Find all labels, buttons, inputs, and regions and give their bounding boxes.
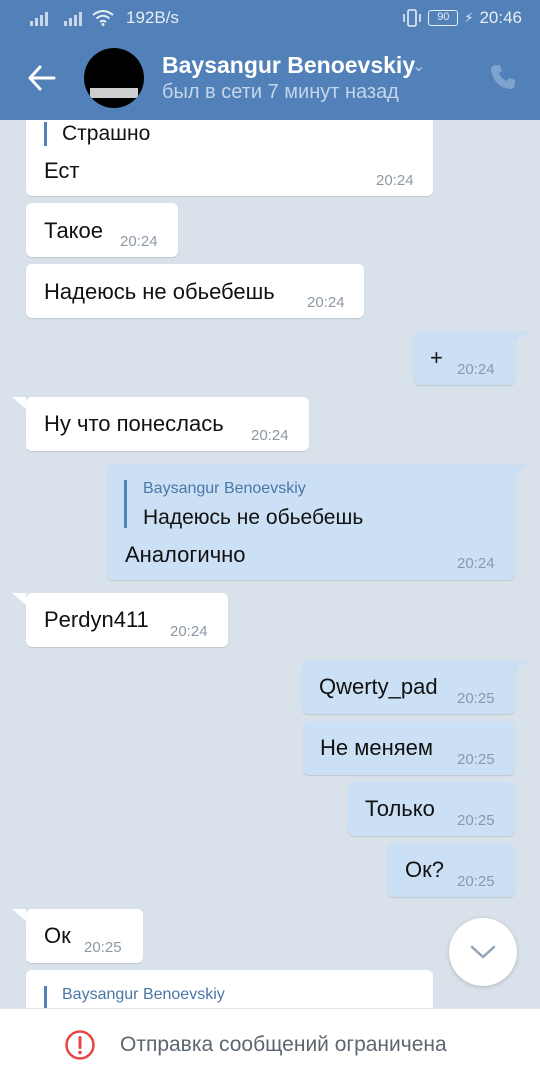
message-bubble-outgoing[interactable]: Ок? 20:25 bbox=[387, 843, 515, 897]
reply-quote-author: Baysangur Benoevskiy bbox=[62, 986, 225, 1003]
message-text: Perdyn411 bbox=[44, 607, 149, 632]
network-speed: 192B/s bbox=[126, 8, 179, 27]
message-time: 20:24 bbox=[307, 294, 345, 311]
message-bubble-outgoing[interactable]: + 20:24 bbox=[414, 331, 515, 385]
vibrate-icon bbox=[403, 9, 422, 27]
message-time: 20:25 bbox=[457, 873, 495, 890]
status-time: 20:46 bbox=[479, 8, 522, 27]
last-seen-status: был в сети 7 минут назад bbox=[162, 81, 399, 103]
chat-header: 192B/s 90 ⚡ 20:46 Baysangur Benoevskiy ⌄… bbox=[0, 0, 540, 120]
message-bubble-incoming[interactable]: Ну что понеслась 20:24 bbox=[26, 397, 309, 451]
call-button[interactable] bbox=[488, 62, 518, 92]
charging-icon: ⚡ bbox=[464, 10, 474, 25]
message-text: Ест bbox=[44, 158, 80, 183]
cell-signal-icon bbox=[30, 10, 48, 26]
message-list[interactable]: Страшно Ест 20:24 Такое 20:24 Надеюсь не… bbox=[0, 0, 540, 1030]
message-text: Такое bbox=[44, 218, 104, 243]
phone-icon bbox=[491, 65, 515, 89]
bubble-tail bbox=[515, 331, 529, 343]
reply-quote-text: Надеюсь не обьебешь bbox=[143, 506, 364, 529]
bubble-tail bbox=[12, 909, 26, 921]
message-text: Аналогично bbox=[125, 542, 246, 567]
message-time: 20:25 bbox=[457, 812, 495, 829]
message-text: Ок bbox=[44, 923, 71, 948]
messaging-restricted-notice: Отправка сообщений ограничена bbox=[120, 1033, 447, 1056]
bubble-tail bbox=[12, 397, 26, 409]
message-text: Не меняем bbox=[320, 735, 434, 760]
reply-quote-bar bbox=[44, 122, 47, 146]
input-area-restricted: Отправка сообщений ограничена bbox=[0, 1008, 540, 1080]
message-time: 20:24 bbox=[251, 427, 289, 444]
bubble-tail bbox=[515, 660, 529, 672]
chevron-down-icon bbox=[470, 945, 496, 959]
message-time: 20:25 bbox=[84, 939, 122, 956]
reply-quote-text: Страшно bbox=[62, 122, 151, 145]
scroll-to-bottom-button[interactable] bbox=[449, 918, 517, 986]
status-bar: 192B/s 90 ⚡ 20:46 bbox=[0, 0, 540, 36]
message-time: 20:25 bbox=[457, 690, 495, 707]
bubble-tail bbox=[515, 464, 529, 476]
arrow-left-icon bbox=[28, 65, 56, 91]
bubble-tail bbox=[12, 593, 26, 605]
message-bubble-outgoing[interactable]: Только 20:25 bbox=[348, 782, 515, 836]
battery-icon: 90 bbox=[428, 10, 459, 26]
message-time: 20:24 bbox=[376, 172, 414, 189]
back-button[interactable] bbox=[26, 62, 58, 94]
contact-name[interactable]: Baysangur Benoevskiy bbox=[162, 52, 415, 79]
reply-quote-bar bbox=[44, 986, 47, 1008]
message-time: 20:24 bbox=[120, 233, 158, 250]
message-bubble-incoming[interactable]: Такое 20:24 bbox=[26, 203, 178, 257]
message-time: 20:24 bbox=[457, 361, 495, 378]
message-time: 20:24 bbox=[457, 555, 495, 572]
message-bubble-incoming[interactable]: Ок 20:25 bbox=[26, 909, 143, 963]
message-text: Ок? bbox=[405, 857, 444, 882]
reply-quote-bar bbox=[124, 480, 127, 528]
wifi-icon bbox=[92, 10, 114, 26]
message-bubble-outgoing[interactable]: Qwerty_pad 20:25 bbox=[302, 660, 515, 714]
message-text: Только bbox=[365, 796, 435, 821]
message-bubble-outgoing[interactable]: Baysangur Benoevskiy Надеюсь не обьебешь… bbox=[107, 464, 515, 580]
message-time: 20:25 bbox=[457, 751, 495, 768]
cell-signal-icon bbox=[64, 10, 82, 26]
message-time: 20:24 bbox=[170, 623, 208, 640]
message-bubble-outgoing[interactable]: Не меняем 20:25 bbox=[303, 721, 515, 775]
exclamation-circle-icon bbox=[64, 1029, 96, 1061]
message-bubble-incoming[interactable]: Perdyn411 20:24 bbox=[26, 593, 228, 647]
avatar[interactable] bbox=[84, 48, 144, 108]
message-text: Qwerty_pad bbox=[319, 674, 438, 699]
message-text: Ну что понеслась bbox=[44, 411, 224, 436]
message-text: + bbox=[430, 345, 443, 370]
avatar-image bbox=[90, 88, 138, 98]
message-text: Надеюсь не обьебешь bbox=[44, 279, 275, 304]
message-bubble-incoming[interactable]: Надеюсь не обьебешь 20:24 bbox=[26, 264, 364, 318]
reply-quote-author: Baysangur Benoevskiy bbox=[143, 480, 306, 497]
chevron-down-icon[interactable]: ⌄ bbox=[412, 56, 425, 76]
